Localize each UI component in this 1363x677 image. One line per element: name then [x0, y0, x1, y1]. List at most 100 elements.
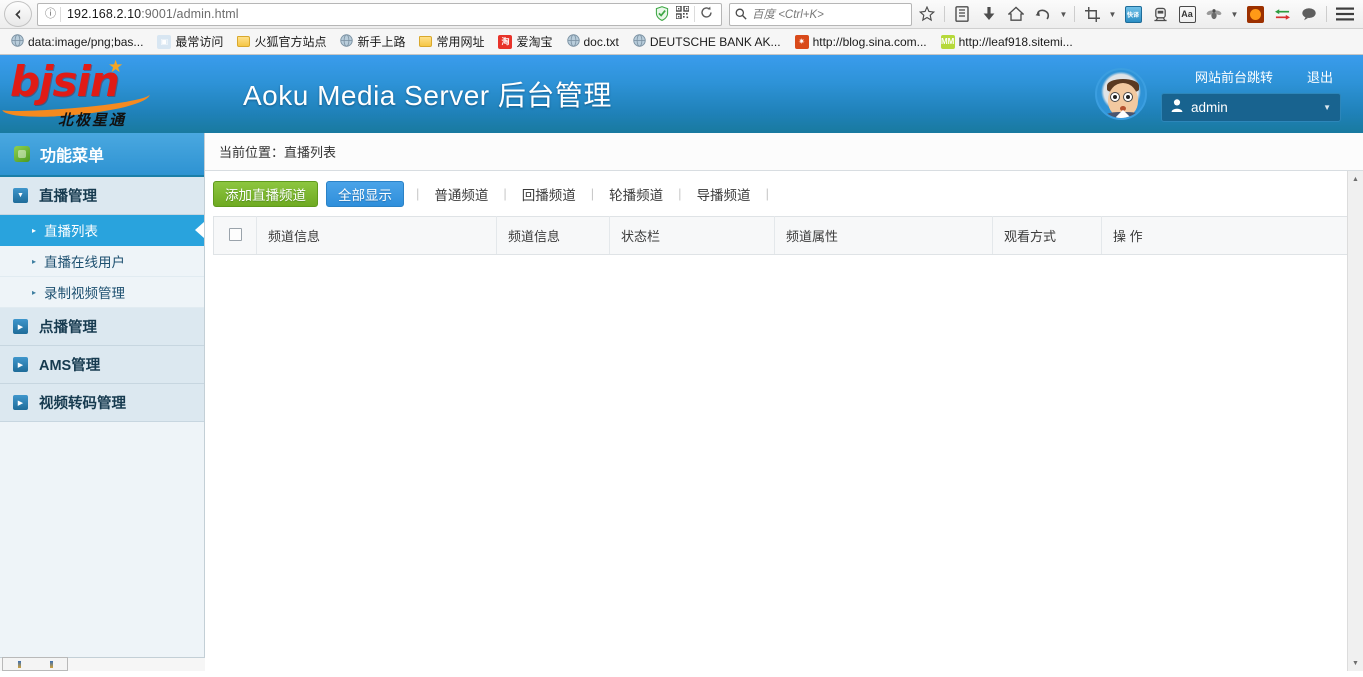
bookmark-item[interactable]: 淘爱淘宝 [491, 31, 559, 52]
chevron-right-icon[interactable]: ▶ [13, 319, 28, 334]
triangle-bullet-icon: ▸ [32, 288, 36, 297]
tab-director-channel[interactable]: 导播频道 [684, 184, 764, 204]
scrollbar-up-arrow[interactable]: ▲ [1348, 171, 1363, 187]
mm-icon: MM [941, 35, 955, 49]
library-icon[interactable] [949, 2, 975, 26]
bookmark-label: doc.txt [584, 35, 619, 49]
sidebar-group-transcode[interactable]: ▶视频转码管理 [0, 384, 204, 422]
sidebar-group-live[interactable]: ▼直播管理 [0, 177, 204, 215]
back-arrow-icon [12, 8, 25, 21]
column-view-method: 观看方式 [993, 217, 1102, 255]
app-header: bjsin ★ 北极星通 Aoku Media Server 后台管理 网站前台… [0, 55, 1363, 133]
sidebar-item-live-list[interactable]: ▸直播列表 [0, 215, 204, 246]
bookmarks-bar: data:image/png;bas...▣最常访问 火狐官方站点新手上路常用网址… [0, 29, 1363, 55]
bookmark-item[interactable]: MMhttp://leaf918.sitemi... [934, 33, 1080, 51]
downloads-icon[interactable] [976, 2, 1002, 26]
tab-normal-channel[interactable]: 普通频道 [421, 184, 501, 204]
extension-font-icon[interactable]: Aa [1174, 2, 1200, 26]
bookmark-label: http://blog.sina.com... [813, 35, 927, 49]
bookmark-star-icon[interactable] [914, 2, 940, 26]
history-dropdown-caret-icon[interactable]: ▼ [1057, 10, 1070, 19]
extension-bug-icon[interactable] [1201, 2, 1227, 26]
extension-chat-icon[interactable] [1296, 2, 1322, 26]
frontend-jump-link[interactable]: 网站前台跳转 [1195, 67, 1273, 86]
sidebar-item-live-users[interactable]: ▸直播在线用户 [0, 246, 204, 277]
tab-replay-channel[interactable]: 回播频道 [509, 184, 589, 204]
bookmark-item[interactable]: 常用网址 [412, 31, 491, 52]
info-icon[interactable]: ⓘ [41, 7, 61, 22]
bookmark-label: 火狐官方站点 [254, 33, 326, 50]
logout-link[interactable]: 退出 [1307, 67, 1333, 86]
user-name: admin [1191, 100, 1228, 115]
app-body: 功能菜单 ▼直播管理▸直播列表▸直播在线用户▸录制视频管理▶点播管理▶AMS管理… [0, 133, 1363, 671]
site-logo[interactable]: bjsin ★ 北极星通 [0, 55, 205, 133]
bookmark-item[interactable]: 火狐官方站点 [230, 31, 333, 52]
sidebar-item-recorded-video[interactable]: ▸录制视频管理 [0, 277, 204, 308]
triangle-bullet-icon: ▸ [32, 257, 36, 266]
channel-tab-strip: |普通频道|回播频道|轮播频道|导播频道| [414, 184, 771, 204]
folder-icon [419, 36, 432, 47]
person-icon [1171, 99, 1183, 115]
table-header-row: 频道信息频道信息状态栏频道属性观看方式操 作 [214, 217, 1349, 255]
select-all-checkbox[interactable] [229, 228, 242, 241]
logo-star-icon: ★ [108, 57, 123, 77]
url-bar[interactable]: ⓘ 192.168.2.10:9001/admin.html [37, 3, 722, 26]
chevron-right-icon[interactable]: ▶ [13, 395, 28, 410]
header-right-area: 网站前台跳转 退出 admin ▼ [1095, 55, 1341, 133]
column-channel-info-1: 频道信息 [257, 217, 497, 255]
chevron-right-icon[interactable]: ▶ [13, 357, 28, 372]
sidebar-group-vod[interactable]: ▶点播管理 [0, 308, 204, 346]
avatar[interactable] [1095, 68, 1147, 120]
select-all-checkbox-header[interactable] [214, 217, 257, 255]
sidebar-title: 功能菜单 [0, 133, 204, 177]
column-status: 状态栏 [610, 217, 775, 255]
reload-icon [700, 6, 713, 19]
reload-button[interactable] [694, 6, 718, 22]
tab-separator: | [414, 186, 421, 201]
avatar-pupil-right [1126, 95, 1130, 99]
history-back-icon[interactable] [1030, 2, 1056, 26]
qr-code-icon[interactable] [672, 6, 692, 22]
extension-sun-icon[interactable] [1242, 2, 1268, 26]
extension-translate-icon[interactable]: 快译 [1120, 2, 1146, 26]
hamburger-menu-icon[interactable] [1331, 2, 1359, 26]
column-channel-info-2: 频道信息 [497, 217, 610, 255]
bookmark-item[interactable]: 新手上路 [333, 31, 412, 52]
show-all-button[interactable]: 全部显示 [326, 181, 404, 207]
chevron-down-icon[interactable]: ▼ [13, 188, 28, 203]
page-title: Aoku Media Server 后台管理 [243, 74, 612, 114]
sina-icon: ✷ [795, 35, 809, 49]
scrollbar-down-arrow[interactable]: ▼ [1348, 655, 1363, 671]
user-dropdown[interactable]: admin ▼ [1161, 93, 1341, 122]
home-icon[interactable] [1003, 2, 1029, 26]
extension-transfer-icon[interactable] [1269, 2, 1295, 26]
scrollbar-track[interactable] [1348, 187, 1363, 655]
shield-icon[interactable] [652, 5, 672, 23]
extension-train-icon[interactable] [1147, 2, 1173, 26]
bookmark-item[interactable]: DEUTSCHE BANK AK... [626, 32, 788, 52]
search-input[interactable]: 百度 <Ctrl+K> [752, 6, 824, 22]
bookmark-item[interactable]: ▣最常访问 [150, 31, 230, 52]
back-button[interactable] [4, 1, 32, 27]
chevron-down-icon[interactable]: ▼ [1323, 103, 1331, 112]
folder-icon [237, 36, 250, 47]
tab-rotation-channel[interactable]: 轮播频道 [596, 184, 676, 204]
channel-table: 频道信息频道信息状态栏频道属性观看方式操 作 [213, 216, 1349, 255]
globe-icon [340, 34, 353, 50]
sidebar-menu: ▼直播管理▸直播列表▸直播在线用户▸录制视频管理▶点播管理▶AMS管理▶视频转码… [0, 177, 204, 422]
bookmark-item[interactable]: data:image/png;bas... [4, 32, 150, 52]
bookmark-label: 爱淘宝 [516, 33, 552, 50]
content-scrollbar[interactable]: ▲ ▼ [1347, 171, 1363, 671]
search-bar[interactable]: 百度 <Ctrl+K> [729, 3, 912, 26]
globe-icon [633, 34, 646, 50]
bookmark-item[interactable]: ✷ http://blog.sina.com... [788, 33, 934, 51]
browser-navigation-bar: ⓘ 192.168.2.10:9001/admin.html [0, 0, 1363, 29]
extension-dropdown-caret-icon[interactable]: ▼ [1228, 10, 1241, 19]
add-channel-button[interactable]: 添加直播频道 [213, 181, 318, 207]
screenshot-crop-icon[interactable] [1079, 2, 1105, 26]
screenshot-dropdown-caret-icon[interactable]: ▼ [1106, 10, 1119, 19]
sidebar-group-ams[interactable]: ▶AMS管理 [0, 346, 204, 384]
triangle-bullet-icon: ▸ [32, 226, 36, 235]
tab-separator: | [501, 186, 508, 201]
bookmark-item[interactable]: doc.txt [560, 32, 626, 52]
